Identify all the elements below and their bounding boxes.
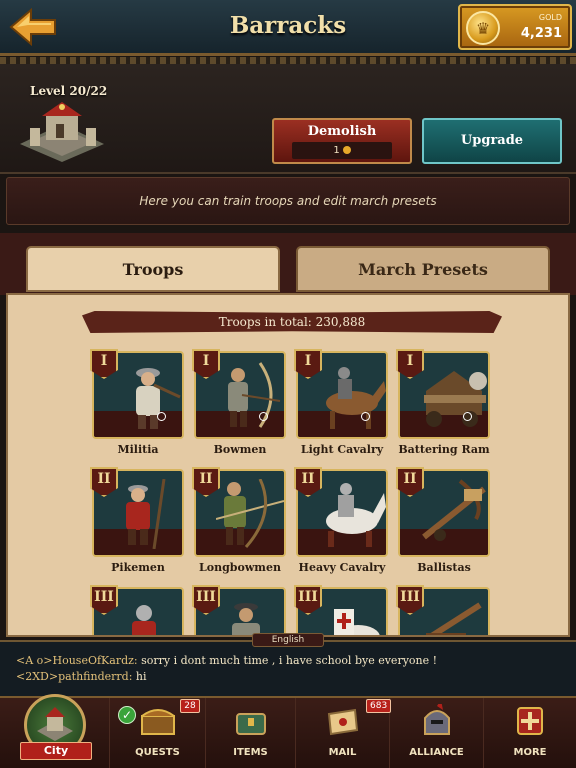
building-panel: Level 20/22 Demolish 1 Upgrade [0, 64, 576, 174]
gold-label: GOLD [538, 13, 562, 22]
upgrade-label: Upgrade [460, 133, 524, 148]
chat-message: <A o>HouseOfKardz: sorry i dont much tim… [16, 654, 437, 667]
page-title: Barracks [229, 12, 347, 39]
demolish-cost: 1 [292, 142, 392, 159]
chat-text: hi [132, 670, 147, 683]
troops-panel: Troops in total: 230,888 I Militia I Bow… [6, 293, 570, 637]
barracks-building-icon [20, 102, 104, 162]
chat-sender: <2XD>pathfinderrd: [16, 670, 133, 683]
chat-text: sorry i dont much time , i have school b… [137, 654, 438, 667]
chat-panel[interactable]: English <A o>HouseOfKardz: sorry i dont … [0, 633, 576, 696]
quests-badge: 28 [180, 699, 200, 713]
nav-label: QUESTS [135, 747, 180, 758]
nav-more[interactable]: MORE [484, 698, 576, 768]
quests-chest-icon [140, 709, 175, 735]
gold-coin-icon: ♛ [466, 11, 500, 45]
troop-name: Battering Ram [398, 443, 490, 456]
troop-info-icon [361, 412, 370, 421]
light-cavalry-icon [326, 367, 386, 429]
troop-card-tier3-3[interactable]: III [294, 585, 388, 635]
building-level: Level 20/22 [30, 84, 108, 98]
nav-city[interactable]: City [0, 694, 110, 768]
troop-card-bowmen[interactable]: I Bowmen [192, 349, 286, 456]
troops-total-banner: Troops in total: 230,888 [82, 311, 502, 333]
troop-info-icon [157, 412, 166, 421]
nav-label: MAIL [328, 747, 357, 758]
nav-label: MORE [513, 747, 547, 758]
gold-coin-icon [342, 146, 351, 154]
mail-scroll-icon [327, 708, 358, 736]
chat-sender: <A o>HouseOfKardz: [16, 654, 138, 667]
soldier-icon [232, 603, 260, 635]
troop-card-light-cavalry[interactable]: I Light Cavalry [294, 349, 388, 456]
pikemen-icon [126, 479, 166, 549]
upgrade-button[interactable]: Upgrade [422, 118, 562, 164]
troop-card-pikemen[interactable]: II Pikemen [90, 467, 184, 574]
longbowmen-icon [216, 479, 284, 548]
troop-name: Ballistas [417, 561, 471, 574]
mail-badge: 683 [366, 699, 392, 713]
troop-card-tier3-4[interactable]: III [396, 585, 490, 635]
more-plus-icon [517, 707, 543, 735]
troop-info-icon [463, 412, 472, 421]
alliance-helmet-icon [423, 704, 450, 735]
tab-march-presets[interactable]: March Presets [296, 246, 550, 292]
troop-info-icon [259, 412, 268, 421]
battering-ram-icon [424, 371, 487, 427]
nav-mail[interactable]: 683 MAIL [296, 698, 392, 768]
chat-language-tab[interactable]: English [252, 633, 324, 647]
knight-icon [132, 605, 156, 635]
back-arrow-icon [9, 8, 56, 46]
troops-total: Troops in total: 230,888 [218, 315, 366, 329]
nav-label: ALLIANCE [409, 747, 464, 758]
ballistas-icon [422, 479, 486, 541]
militia-icon [136, 368, 181, 429]
check-icon: ✓ [118, 706, 136, 724]
bottom-nav: City ✓ 28 QUESTS ITEMS 683 MAIL ALLIANCE [0, 694, 576, 768]
chat-message: <2XD>pathfinderrd: hi [16, 670, 147, 683]
info-text: Here you can train troops and edit march… [139, 194, 437, 208]
nav-alliance[interactable]: ALLIANCE [390, 698, 484, 768]
templar-cavalry-icon [334, 609, 380, 635]
info-bar: Here you can train troops and edit march… [6, 177, 570, 225]
back-button[interactable] [8, 7, 60, 47]
troop-card-heavy-cavalry[interactable]: II Heavy Cavalry [294, 467, 388, 574]
items-chest-icon [235, 713, 266, 735]
troop-card-tier3-2[interactable]: III [192, 585, 286, 635]
gold-value: 4,231 [520, 26, 562, 41]
troop-card-battering-ram[interactable]: I Battering Ram [396, 349, 490, 456]
nav-items[interactable]: ITEMS [206, 698, 296, 768]
nav-quests[interactable]: ✓ 28 QUESTS [110, 698, 206, 768]
demolish-button[interactable]: Demolish 1 [272, 118, 412, 164]
troop-card-militia[interactable]: I Militia [90, 349, 184, 456]
gold-balance[interactable]: ♛ GOLD 4,231 [458, 4, 572, 50]
tab-troops[interactable]: Troops [26, 246, 280, 292]
troop-card-tier3-1[interactable]: III [90, 585, 184, 635]
city-label: City [20, 742, 92, 760]
troop-card-longbowmen[interactable]: II Longbowmen [192, 467, 286, 574]
demolish-label: Demolish [307, 124, 377, 139]
nav-label: ITEMS [233, 747, 268, 758]
catapult-icon [426, 602, 482, 635]
troop-card-ballistas[interactable]: II Ballistas [396, 467, 490, 574]
demolish-cost-value: 1 [333, 145, 340, 156]
top-bar: Barracks ♛ GOLD 4,231 [0, 0, 576, 56]
heavy-cavalry-icon [326, 483, 386, 547]
bowmen-icon [228, 362, 281, 428]
